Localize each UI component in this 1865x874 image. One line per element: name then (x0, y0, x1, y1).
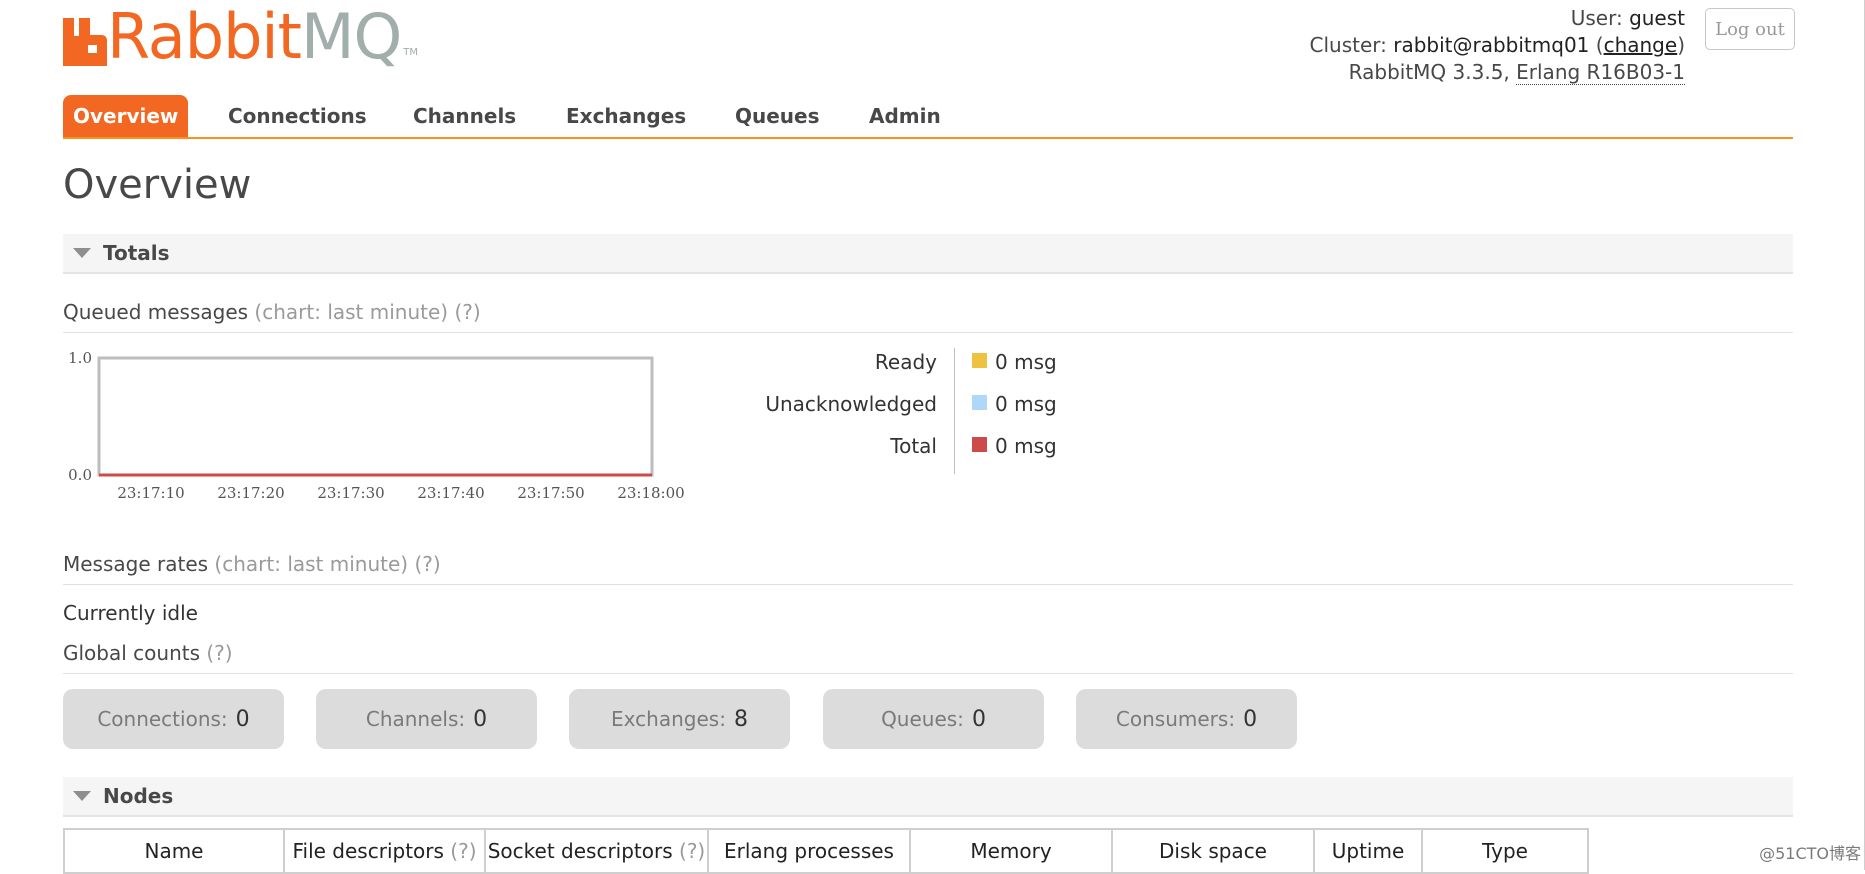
col-socket-descriptors-hint[interactable]: (?) (679, 839, 705, 863)
count-exchanges[interactable]: Exchanges: 8 (569, 689, 790, 749)
col-file-descriptors-hint[interactable]: (?) (450, 839, 476, 863)
y-tick-label: 0.0 (68, 466, 92, 484)
count-connections-label: Connections: (97, 707, 228, 731)
count-exchanges-value: 8 (733, 706, 748, 732)
tab-queues[interactable]: Queues (735, 95, 820, 137)
legend-total-value: 0 msg (995, 434, 1057, 458)
erlang-version[interactable]: Erlang R16B03-1 (1516, 60, 1685, 85)
count-channels-value: 0 (473, 706, 488, 732)
legend-ready-value: 0 msg (995, 350, 1057, 374)
col-file-descriptors: File descriptors (?) (283, 828, 486, 874)
queued-messages-header: Queued messages (chart: last minute) (?) (63, 300, 1793, 333)
tab-exchanges[interactable]: Exchanges (566, 95, 686, 137)
collapse-triangle-icon (73, 791, 91, 801)
count-consumers[interactable]: Consumers: 0 (1076, 689, 1297, 749)
logo-text-rabbit: Rabbit (107, 0, 302, 73)
count-exchanges-label: Exchanges: (611, 707, 726, 731)
count-queues[interactable]: Queues: 0 (823, 689, 1044, 749)
cluster-info: Cluster: rabbit@rabbitmq01 (change) (1309, 33, 1686, 57)
tab-connections[interactable]: Connections (228, 95, 367, 137)
nodes-title: Nodes (103, 784, 174, 808)
tab-overview[interactable]: Overview (63, 95, 189, 137)
message-rates-hint[interactable]: (chart: last minute) (?) (214, 552, 440, 576)
y-tick-label: 1.0 (68, 349, 92, 367)
count-channels-label: Channels: (365, 707, 466, 731)
collapse-triangle-icon (73, 248, 91, 258)
user-label: User: (1570, 6, 1623, 30)
version-info: RabbitMQ 3.3.5, Erlang R16B03-1 (1348, 60, 1685, 85)
logo-trademark: TM (403, 47, 419, 58)
col-erlang-processes: Erlang processes (707, 828, 911, 874)
cluster-label: Cluster: (1309, 33, 1387, 57)
rabbit-icon (63, 18, 107, 66)
count-connections-value: 0 (235, 706, 250, 732)
totals-section-header[interactable]: Totals (63, 234, 1793, 274)
message-rates-label: Message rates (63, 552, 209, 576)
watermark: @51CTO博客 (1759, 844, 1861, 863)
x-tick-label: 23:17:10 (117, 484, 184, 502)
user-info: User: guest (1571, 6, 1685, 30)
count-consumers-value: 0 (1243, 706, 1258, 732)
count-connections[interactable]: Connections: 0 (63, 689, 284, 749)
cluster-change-link[interactable]: change (1604, 33, 1678, 57)
queued-messages-hint[interactable]: (chart: last minute) (?) (254, 300, 480, 324)
rabbitmq-logo: Rabbit MQ TM (63, 0, 419, 73)
logout-button[interactable]: Log out (1705, 8, 1795, 50)
x-tick-label: 23:18:00 (617, 484, 684, 502)
message-rates-header: Message rates (chart: last minute) (?) (63, 552, 1793, 585)
nodes-table: Name File descriptors (?) Socket descrip… (63, 828, 1589, 874)
nodes-section-header[interactable]: Nodes (63, 777, 1793, 817)
global-counts-hint[interactable]: (?) (206, 641, 232, 665)
legend-total-label: Total (890, 434, 937, 458)
tab-channels[interactable]: Channels (413, 95, 516, 137)
col-memory: Memory (909, 828, 1113, 874)
legend-unacked-value: 0 msg (995, 392, 1057, 416)
queued-messages-chart: 1.0 0.0 23:17:10 23:17:20 23:17:30 23:17:40 2… (68, 349, 685, 502)
tab-admin[interactable]: Admin (869, 95, 941, 137)
legend-unacked-swatch (972, 395, 987, 410)
main-nav-tabs: Overview Connections Channels Exchanges … (63, 95, 1793, 139)
legend-total-swatch (972, 437, 987, 452)
count-channels[interactable]: Channels: 0 (316, 689, 537, 749)
queued-messages-label: Queued messages (63, 300, 249, 324)
x-tick-label: 23:17:30 (317, 484, 384, 502)
legend-unacked-label: Unacknowledged (765, 392, 937, 416)
col-disk-space: Disk space (1111, 828, 1315, 874)
legend-divider (954, 348, 955, 474)
logo-text-mq: MQ (300, 0, 402, 73)
x-tick-label: 23:17:20 (217, 484, 284, 502)
legend-ready-swatch (972, 353, 987, 368)
rates-status: Currently idle (63, 601, 198, 625)
global-counts-header: Global counts (?) (63, 641, 1793, 674)
x-tick-label: 23:17:40 (417, 484, 484, 502)
count-queues-label: Queues: (881, 707, 964, 731)
version-text: RabbitMQ 3.3.5, (1348, 60, 1510, 84)
x-tick-label: 23:17:50 (517, 484, 584, 502)
totals-title: Totals (103, 241, 170, 265)
count-queues-value: 0 (971, 706, 986, 732)
cluster-value: rabbit@rabbitmq01 (1393, 33, 1590, 57)
col-uptime: Uptime (1313, 828, 1423, 874)
count-consumers-label: Consumers: (1115, 707, 1236, 731)
global-counts-label: Global counts (63, 641, 201, 665)
legend-ready-label: Ready (874, 350, 937, 374)
page-title: Overview (63, 162, 252, 208)
chart-plot-area (97, 356, 654, 477)
user-value: guest (1629, 6, 1685, 30)
col-name: Name (63, 828, 285, 874)
col-socket-descriptors: Socket descriptors (?) (484, 828, 709, 874)
col-type: Type (1421, 828, 1589, 874)
